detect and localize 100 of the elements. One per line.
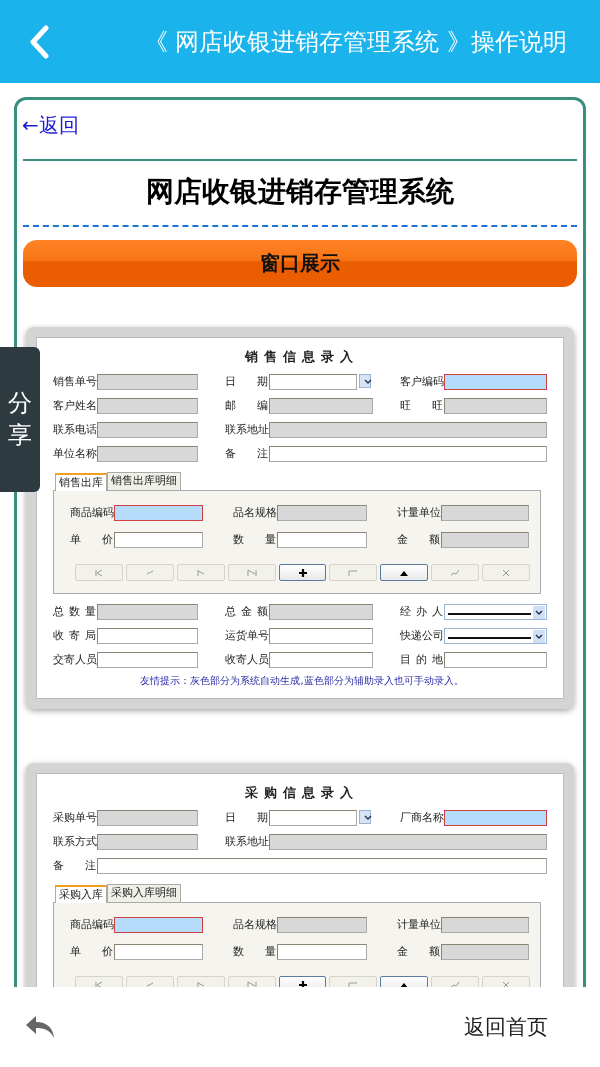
input-field[interactable] bbox=[97, 446, 198, 462]
last-icon bbox=[246, 980, 257, 987]
field-label: 联系方式 bbox=[53, 835, 96, 849]
plus-icon bbox=[297, 980, 308, 987]
field-label: 单位名称 bbox=[53, 447, 96, 461]
field-label: 目 的 地 bbox=[400, 653, 443, 667]
input-field[interactable] bbox=[97, 422, 198, 438]
toolbar-button[interactable] bbox=[380, 564, 429, 581]
field-label: 商品编码 bbox=[70, 918, 113, 932]
date-field[interactable] bbox=[269, 374, 357, 390]
input-field[interactable] bbox=[277, 917, 367, 933]
field-label: 数 量 bbox=[233, 533, 276, 547]
field-label: 备 注 bbox=[53, 859, 96, 873]
field-label: 联系地址 bbox=[225, 835, 268, 849]
first-icon bbox=[93, 568, 104, 577]
input-field[interactable] bbox=[441, 917, 529, 933]
field-label: 联系地址 bbox=[225, 423, 268, 437]
input-field[interactable] bbox=[277, 532, 367, 548]
input-field[interactable] bbox=[441, 532, 529, 548]
field-label: 快递公司 bbox=[400, 629, 443, 643]
cross-icon bbox=[501, 568, 512, 577]
dropdown-field[interactable] bbox=[444, 628, 547, 644]
input-field[interactable] bbox=[269, 628, 373, 644]
input-field[interactable] bbox=[97, 374, 198, 390]
field-label: 厂商名称 bbox=[400, 811, 443, 825]
input-field[interactable] bbox=[269, 398, 373, 414]
dropdown-button[interactable] bbox=[359, 810, 371, 824]
home-link[interactable]: 返回首页 bbox=[464, 1013, 548, 1041]
input-field[interactable] bbox=[277, 944, 367, 960]
field-label: 运货单号 bbox=[225, 629, 268, 643]
field-label: 备 注 bbox=[225, 447, 268, 461]
form-title: 销售信息录入 bbox=[243, 348, 360, 366]
input-field[interactable] bbox=[269, 604, 373, 620]
return-arrow-icon[interactable] bbox=[24, 1014, 56, 1040]
caret-icon bbox=[533, 629, 545, 643]
tab[interactable]: 采购入库明细 bbox=[107, 884, 181, 902]
field-label: 采购单号 bbox=[53, 811, 96, 825]
field-label: 数 量 bbox=[233, 945, 276, 959]
input-field[interactable] bbox=[444, 810, 547, 826]
tab[interactable]: 采购入库 bbox=[55, 885, 107, 903]
input-field[interactable] bbox=[114, 917, 203, 933]
field-label: 日 期 bbox=[225, 811, 268, 825]
field-label: 经 办 人 bbox=[400, 605, 443, 619]
page-title: 《 网店收银进销存管理系统 》操作说明 bbox=[143, 26, 567, 58]
tab[interactable]: 销售出库 bbox=[55, 473, 107, 491]
dropdown-button[interactable] bbox=[359, 374, 371, 388]
field-label: 收 寄 局 bbox=[53, 629, 96, 643]
input-field[interactable] bbox=[441, 505, 529, 521]
input-field[interactable] bbox=[114, 532, 203, 548]
dropdown-field[interactable] bbox=[444, 604, 547, 620]
field-label: 日 期 bbox=[225, 375, 268, 389]
field-label: 商品编码 bbox=[70, 506, 113, 520]
input-field[interactable] bbox=[269, 834, 547, 850]
field-label: 单 价 bbox=[70, 533, 113, 547]
input-field[interactable] bbox=[444, 374, 547, 390]
tab[interactable]: 销售出库明细 bbox=[107, 472, 181, 490]
input-field[interactable] bbox=[97, 628, 198, 644]
input-field[interactable] bbox=[114, 505, 203, 521]
toolbar-button[interactable] bbox=[278, 564, 327, 581]
input-field[interactable] bbox=[444, 652, 547, 668]
first-icon bbox=[93, 980, 104, 987]
input-field[interactable] bbox=[277, 505, 367, 521]
input-field[interactable] bbox=[269, 446, 547, 462]
date-field[interactable] bbox=[269, 810, 357, 826]
caret-icon bbox=[533, 605, 545, 619]
input-field[interactable] bbox=[97, 858, 547, 874]
field-label: 金 额 bbox=[397, 533, 440, 547]
previous-icon bbox=[144, 568, 155, 577]
hint-text: 友情提示：灰色部分为系统自动生成,蓝色部分为辅助录入也可手动录入。 bbox=[139, 674, 465, 688]
corner-icon bbox=[348, 980, 359, 987]
article-heading: 网店收银进销存管理系统 bbox=[145, 174, 455, 210]
share-tab[interactable]: 分享 bbox=[0, 347, 40, 492]
field-label: 品名规格 bbox=[233, 506, 276, 520]
form-title: 采购信息录入 bbox=[244, 784, 360, 802]
input-field[interactable] bbox=[97, 604, 198, 620]
back-link[interactable]: ←返回 bbox=[22, 112, 79, 139]
field-label: 收寄人员 bbox=[225, 653, 268, 667]
next-icon bbox=[195, 980, 206, 987]
input-field[interactable] bbox=[269, 652, 373, 668]
field-label: 邮 编 bbox=[225, 399, 268, 413]
input-field[interactable] bbox=[97, 834, 198, 850]
input-field[interactable] bbox=[114, 944, 203, 960]
previous-icon bbox=[144, 980, 155, 987]
field-label: 总 金 额 bbox=[225, 605, 268, 619]
next-icon bbox=[195, 568, 206, 577]
input-field[interactable] bbox=[97, 398, 198, 414]
field-label: 计量单位 bbox=[397, 918, 440, 932]
last-icon bbox=[246, 568, 257, 577]
input-field[interactable] bbox=[444, 398, 547, 414]
input-field[interactable] bbox=[97, 652, 198, 668]
field-label: 交寄人员 bbox=[53, 653, 96, 667]
field-label: 销售单号 bbox=[53, 375, 96, 389]
input-field[interactable] bbox=[441, 944, 529, 960]
field-label: 旺 旺 bbox=[400, 399, 443, 413]
field-label: 单 价 bbox=[70, 945, 113, 959]
input-field[interactable] bbox=[269, 422, 547, 438]
input-field[interactable] bbox=[97, 810, 198, 826]
field-label: 总 数 量 bbox=[53, 605, 96, 619]
back-icon[interactable] bbox=[28, 24, 50, 59]
section-button[interactable]: 窗口展示 bbox=[23, 240, 577, 287]
